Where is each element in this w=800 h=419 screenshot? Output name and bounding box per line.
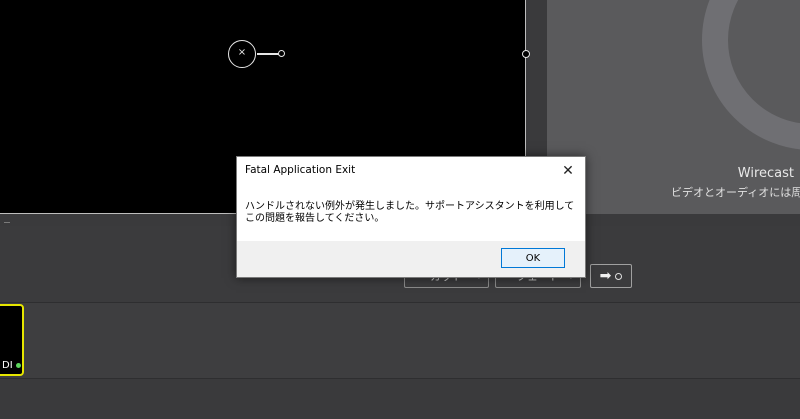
fatal-error-dialog: Fatal Application Exit ✕ ハンドルされない例外が発生しま… [236,156,586,278]
splash-title: Wirecast [737,166,794,181]
dialog-title: Fatal Application Exit [245,164,356,176]
go-dot-icon [615,272,623,280]
go-button[interactable]: ➡ [590,264,632,288]
divider-tick [4,222,10,223]
dialog-message: ハンドルされない例外が発生しました。サポートアシスタントを利用してこの問題を報告… [245,201,575,224]
shot-label: DI [2,360,21,371]
arrow-right-icon: ➡ [599,268,612,284]
anchor-x-icon: × [237,47,247,58]
transform-anchor-handle[interactable]: × [228,40,256,68]
shot-list [0,302,800,379]
dialog-titlebar[interactable]: Fatal Application Exit ✕ [237,157,585,185]
wirecast-window: × Wirecast ビデオとオーディオには周期 カット ▼ フェード ▼ ➡ … [0,0,800,419]
rotation-handle[interactable] [278,50,285,57]
resize-handle-right[interactable] [522,50,530,58]
wirecast-logo-icon [702,0,800,150]
live-status-icon [15,362,21,368]
splash-subtitle: ビデオとオーディオには周期 [671,186,800,199]
close-icon[interactable]: ✕ [551,157,585,185]
shot-label-text: DI [2,360,13,371]
bottom-bar [0,378,800,419]
rotation-handle-line [257,53,279,55]
ok-button[interactable]: OK [501,248,565,268]
dialog-footer: OK [237,241,585,277]
